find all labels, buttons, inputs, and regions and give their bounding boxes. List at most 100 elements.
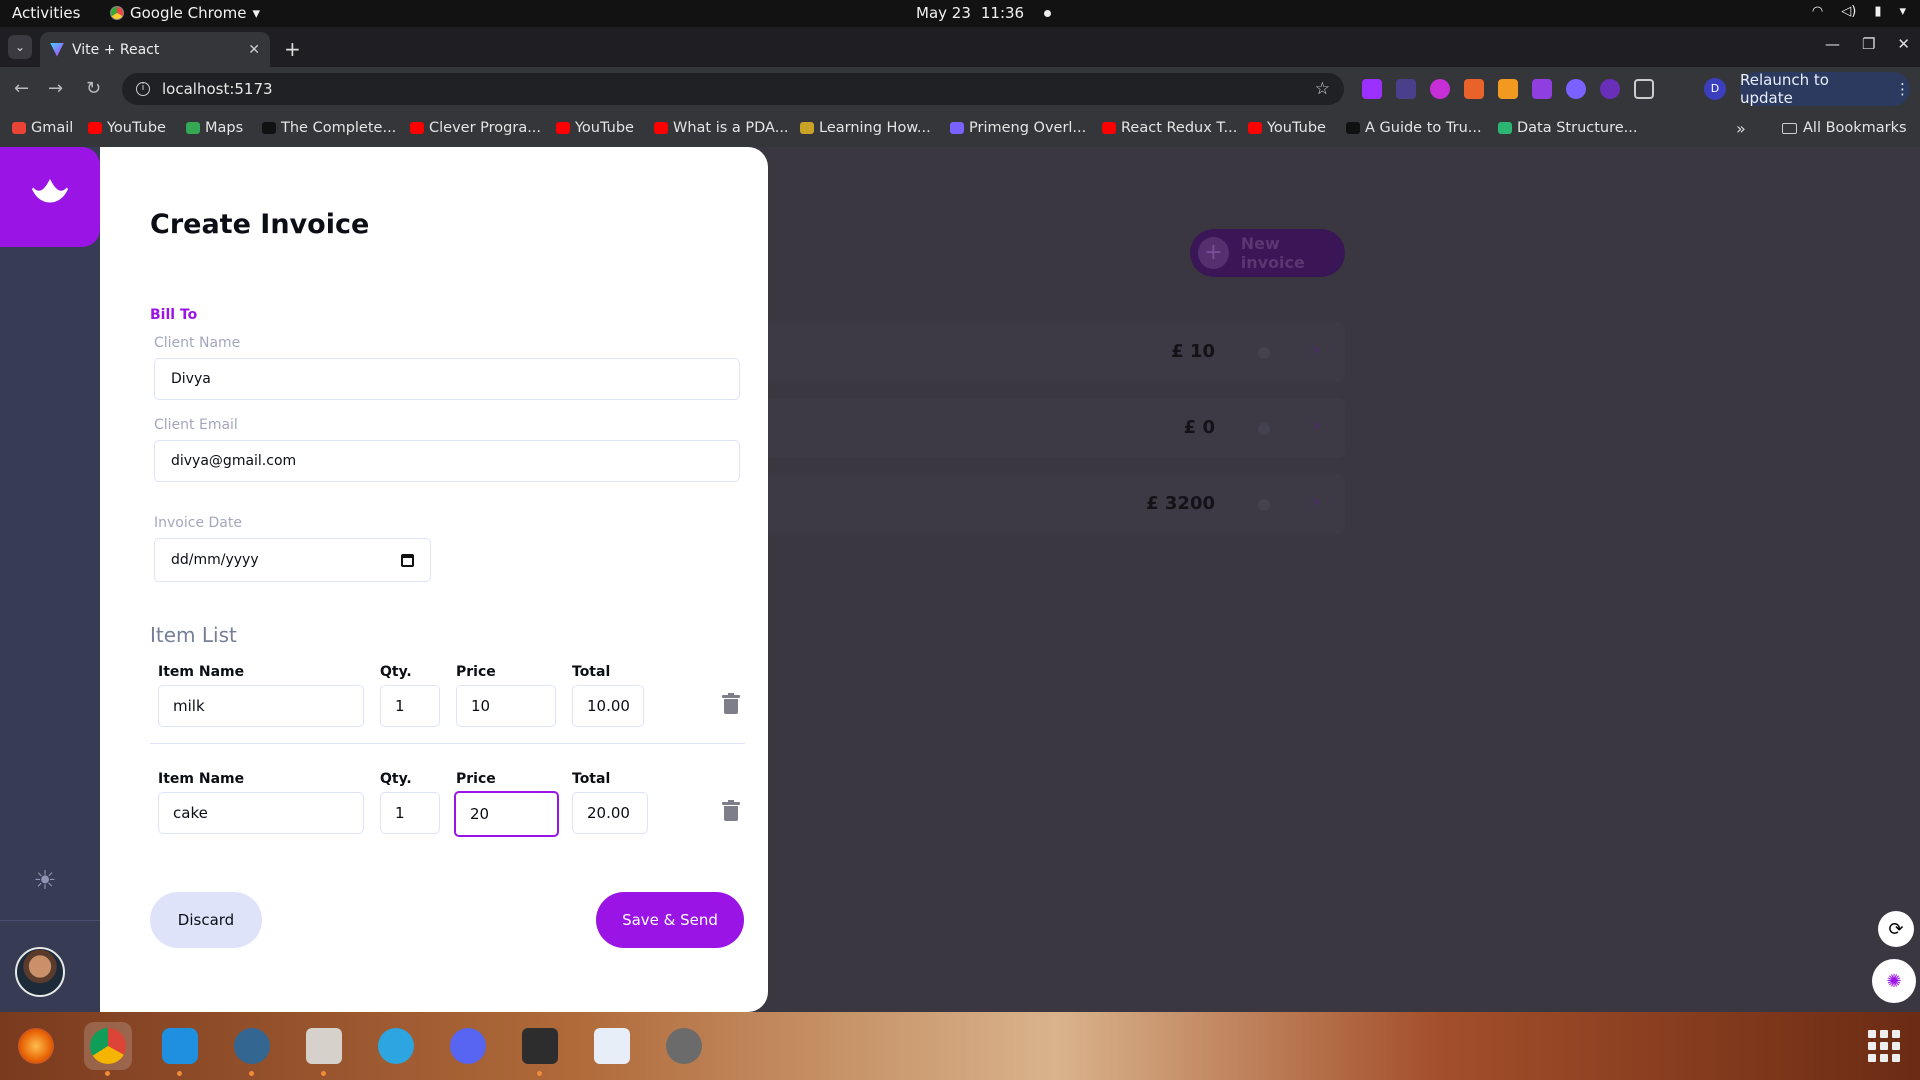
client-email-input[interactable]: divya@gmail.com (154, 440, 740, 482)
restore-icon[interactable]: ❐ (1862, 35, 1875, 53)
invoice-row[interactable]: £ 3200 › (760, 474, 1345, 534)
metamask-icon[interactable] (1498, 79, 1518, 99)
status-dot (1258, 499, 1270, 511)
browser-tab[interactable]: Vite + React ✕ (40, 32, 270, 67)
bookmark-item[interactable]: The Complete... (262, 120, 396, 136)
reload-icon[interactable]: ↻ (86, 78, 101, 99)
qty-input[interactable]: 1 (380, 792, 440, 834)
price-input[interactable]: 20 (454, 791, 559, 837)
calendar-icon[interactable] (401, 553, 414, 567)
profile-avatar[interactable]: D (1704, 78, 1726, 100)
close-icon[interactable]: ✕ (248, 42, 260, 58)
running-indicator (537, 1071, 542, 1076)
wifi-icon: ◠ (1811, 4, 1824, 19)
item-name-input[interactable]: milk (158, 685, 364, 727)
qty-input[interactable]: 1 (380, 685, 440, 727)
extension-icon[interactable] (1532, 79, 1552, 99)
url-text[interactable]: localhost:5173 (162, 80, 1303, 98)
bookmark-item[interactable]: React Redux T... (1102, 120, 1237, 136)
app-menu[interactable]: Google Chrome ▾ (110, 4, 260, 22)
show-apps-button[interactable] (1868, 1030, 1900, 1062)
invoice-date-input[interactable]: dd/mm/yyyy (154, 538, 431, 582)
bookmark-item[interactable]: Primeng Overl... (950, 120, 1086, 136)
discard-button[interactable]: Discard (150, 892, 262, 948)
all-bookmarks-button[interactable]: All Bookmarks (1782, 120, 1907, 136)
bookmark-label: The Complete... (281, 120, 397, 136)
sidebar-divider (0, 920, 100, 921)
new-invoice-label: New invoice (1240, 234, 1305, 272)
bookmark-item[interactable]: Clever Progra... (410, 120, 541, 136)
brain-icon[interactable]: ✺ (1872, 959, 1916, 1003)
bookmark-item[interactable]: Maps (186, 120, 243, 136)
save-send-button[interactable]: Save & Send (596, 892, 744, 948)
extension-icon[interactable] (1430, 79, 1450, 99)
relaunch-button[interactable]: Relaunch to update ⋮ (1740, 71, 1910, 107)
translate-icon[interactable]: ⟳ (1878, 911, 1914, 947)
bookmark-item[interactable]: Learning How... (800, 120, 931, 136)
puzzle-icon[interactable] (1634, 79, 1654, 99)
trash-bin (724, 699, 738, 714)
grid-dot (1868, 1042, 1876, 1050)
extension-icon[interactable] (1362, 79, 1382, 99)
terminal-launcher[interactable] (516, 1022, 564, 1076)
client-name-input[interactable]: Divya (154, 358, 740, 400)
back-icon[interactable]: ← (14, 78, 29, 99)
bookmark-label: Clever Progra... (429, 120, 542, 136)
grid-dot (1868, 1030, 1876, 1038)
bookmark-favicon-icon (262, 122, 276, 134)
bookmark-item[interactable]: YouTube (1248, 120, 1326, 136)
grid-dot (1880, 1030, 1888, 1038)
invoice-date-label: Invoice Date (154, 515, 242, 531)
clock[interactable]: May 23 11:36 (916, 4, 1052, 22)
invoice-row[interactable]: £ 10 › (760, 322, 1345, 382)
firefox-launcher[interactable] (12, 1022, 60, 1070)
postgres-launcher[interactable] (228, 1022, 276, 1076)
new-invoice-button[interactable]: + New invoice (1190, 229, 1345, 277)
discord-launcher[interactable] (444, 1022, 492, 1070)
more-bookmarks-icon[interactable]: » (1736, 119, 1746, 138)
bookmark-star-icon[interactable]: ☆ (1315, 79, 1330, 99)
item-name-input[interactable]: cake (158, 792, 364, 834)
settings-launcher[interactable] (660, 1022, 708, 1070)
extension-icon[interactable] (1396, 79, 1416, 99)
forward-icon[interactable]: → (48, 78, 63, 99)
text-editor-launcher[interactable] (588, 1022, 636, 1070)
bookmark-item[interactable]: Data Structure... (1498, 120, 1638, 136)
chrome-icon (110, 6, 124, 20)
bookmark-item[interactable]: What is a PDA... (654, 120, 789, 136)
time-text: 11:36 (980, 4, 1025, 22)
delete-item-button[interactable] (722, 693, 740, 715)
chevron-down-icon: ▾ (252, 4, 261, 22)
sun-icon[interactable]: ☀ (31, 867, 59, 895)
extension-icon[interactable] (1600, 79, 1620, 99)
bookmark-item[interactable]: YouTube (88, 120, 166, 136)
total-header: Total (572, 771, 611, 787)
new-tab-button[interactable]: + (284, 37, 301, 61)
address-bar[interactable]: i localhost:5173 ☆ (122, 73, 1344, 105)
bookmark-item[interactable]: Gmail (12, 120, 73, 136)
minimize-icon[interactable]: — (1825, 35, 1840, 53)
chrome-launcher[interactable] (84, 1022, 132, 1076)
telegram-icon (378, 1028, 414, 1064)
invoice-row[interactable]: £ 0 › (760, 398, 1345, 458)
price-input[interactable]: 10 (456, 685, 556, 727)
tab-title: Vite + React (72, 41, 160, 58)
item-divider (150, 743, 745, 744)
client-email-label: Client Email (154, 417, 238, 433)
site-info-icon[interactable]: i (136, 82, 150, 96)
extension-icon[interactable] (1566, 79, 1586, 99)
extension-icon[interactable] (1464, 79, 1484, 99)
system-tray[interactable]: ◠ ◁) ▮ ▾ (1812, 4, 1906, 19)
bookmark-item[interactable]: YouTube (556, 120, 634, 136)
bookmark-item[interactable]: A Guide to Tru... (1346, 120, 1482, 136)
telegram-launcher[interactable] (372, 1022, 420, 1070)
delete-item-button[interactable] (722, 800, 740, 822)
activities-button[interactable]: Activities (12, 4, 80, 22)
avatar[interactable] (15, 947, 65, 997)
app-logo[interactable] (0, 147, 100, 247)
chevron-right-icon: › (1312, 415, 1320, 436)
tab-search-button[interactable]: ⌄ (8, 35, 32, 59)
files-launcher[interactable] (300, 1022, 348, 1076)
close-window-icon[interactable]: ✕ (1897, 35, 1910, 53)
vscode-launcher[interactable] (156, 1022, 204, 1076)
